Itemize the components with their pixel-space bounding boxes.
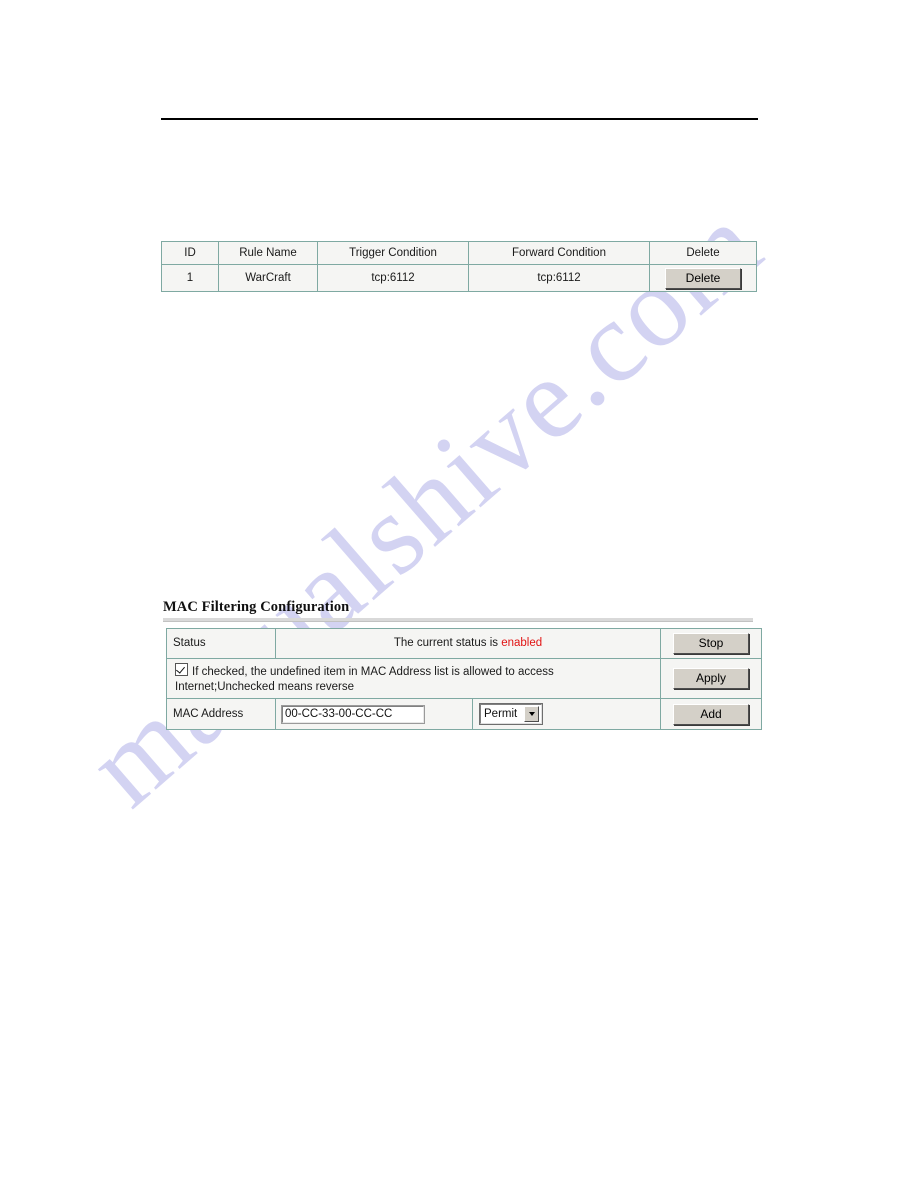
action-select-wrap: Permit (473, 703, 544, 725)
mac-action-cell: Add (660, 698, 762, 730)
mac-address-label: MAC Address (166, 698, 276, 730)
cell-delete-action: Delete (649, 264, 757, 292)
page-title: MAC Filtering Configuration (163, 599, 350, 615)
section-divider (163, 618, 753, 622)
mac-filtering-section-header: MAC Filtering Configuration (163, 598, 753, 622)
delete-button[interactable]: Delete (665, 267, 741, 289)
status-action-cell: Stop (660, 628, 762, 659)
mac-address-input[interactable] (281, 704, 425, 724)
mac-entry-controls: Permit (276, 699, 660, 729)
policy-row: If checked, the undefined item in MAC Ad… (166, 658, 762, 699)
cell-id: 1 (161, 264, 219, 292)
column-header-id: ID (161, 241, 219, 265)
stop-button[interactable]: Stop (673, 633, 749, 654)
add-button-wrap: Add (661, 699, 761, 729)
chevron-down-icon[interactable] (524, 706, 540, 722)
port-trigger-rules-table: ID Rule Name Trigger Condition Forward C… (161, 241, 757, 292)
status-badge: enabled (501, 637, 543, 650)
status-message: The current status is enabled (276, 636, 660, 650)
mac-input-wrap (276, 704, 472, 724)
mac-action-select[interactable]: Permit (478, 703, 544, 725)
status-row: Status The current status is enabled Sto… (166, 628, 762, 659)
cell-rule-name: WarCraft (218, 264, 318, 292)
status-message-cell: The current status is enabled (275, 628, 661, 659)
document-page: ID Rule Name Trigger Condition Forward C… (0, 0, 918, 1188)
mac-filtering-configuration-table: Status The current status is enabled Sto… (166, 628, 762, 730)
column-header-forward-condition: Forward Condition (468, 241, 650, 265)
table-header-row: ID Rule Name Trigger Condition Forward C… (161, 241, 757, 265)
mac-action-selected-value: Permit (484, 707, 518, 720)
apply-button[interactable]: Apply (673, 668, 749, 689)
column-header-trigger-condition: Trigger Condition (317, 241, 469, 265)
policy-line: If checked, the undefined item in MAC Ad… (173, 660, 654, 698)
column-header-delete: Delete (649, 241, 757, 265)
page-header-rule (161, 118, 758, 120)
mac-address-row: MAC Address Permit (166, 698, 762, 730)
stop-button-wrap: Stop (661, 629, 761, 658)
add-button[interactable]: Add (673, 703, 749, 725)
policy-description: If checked, the undefined item in MAC Ad… (175, 665, 554, 693)
column-header-rule-name: Rule Name (218, 241, 318, 265)
delete-button-wrap: Delete (650, 265, 756, 291)
cell-trigger-condition: tcp:6112 (317, 264, 469, 292)
apply-button-wrap: Apply (661, 659, 761, 698)
status-message-prefix: The current status is (393, 637, 502, 650)
mac-address-input-cell: Permit (275, 698, 661, 730)
table-row: 1 WarCraft tcp:6112 tcp:6112 Delete (161, 264, 757, 292)
cell-forward-condition: tcp:6112 (468, 264, 650, 292)
allow-undefined-checkbox[interactable] (175, 662, 188, 676)
status-label: Status (166, 628, 276, 659)
policy-action-cell: Apply (660, 658, 762, 699)
policy-description-cell: If checked, the undefined item in MAC Ad… (166, 658, 661, 699)
